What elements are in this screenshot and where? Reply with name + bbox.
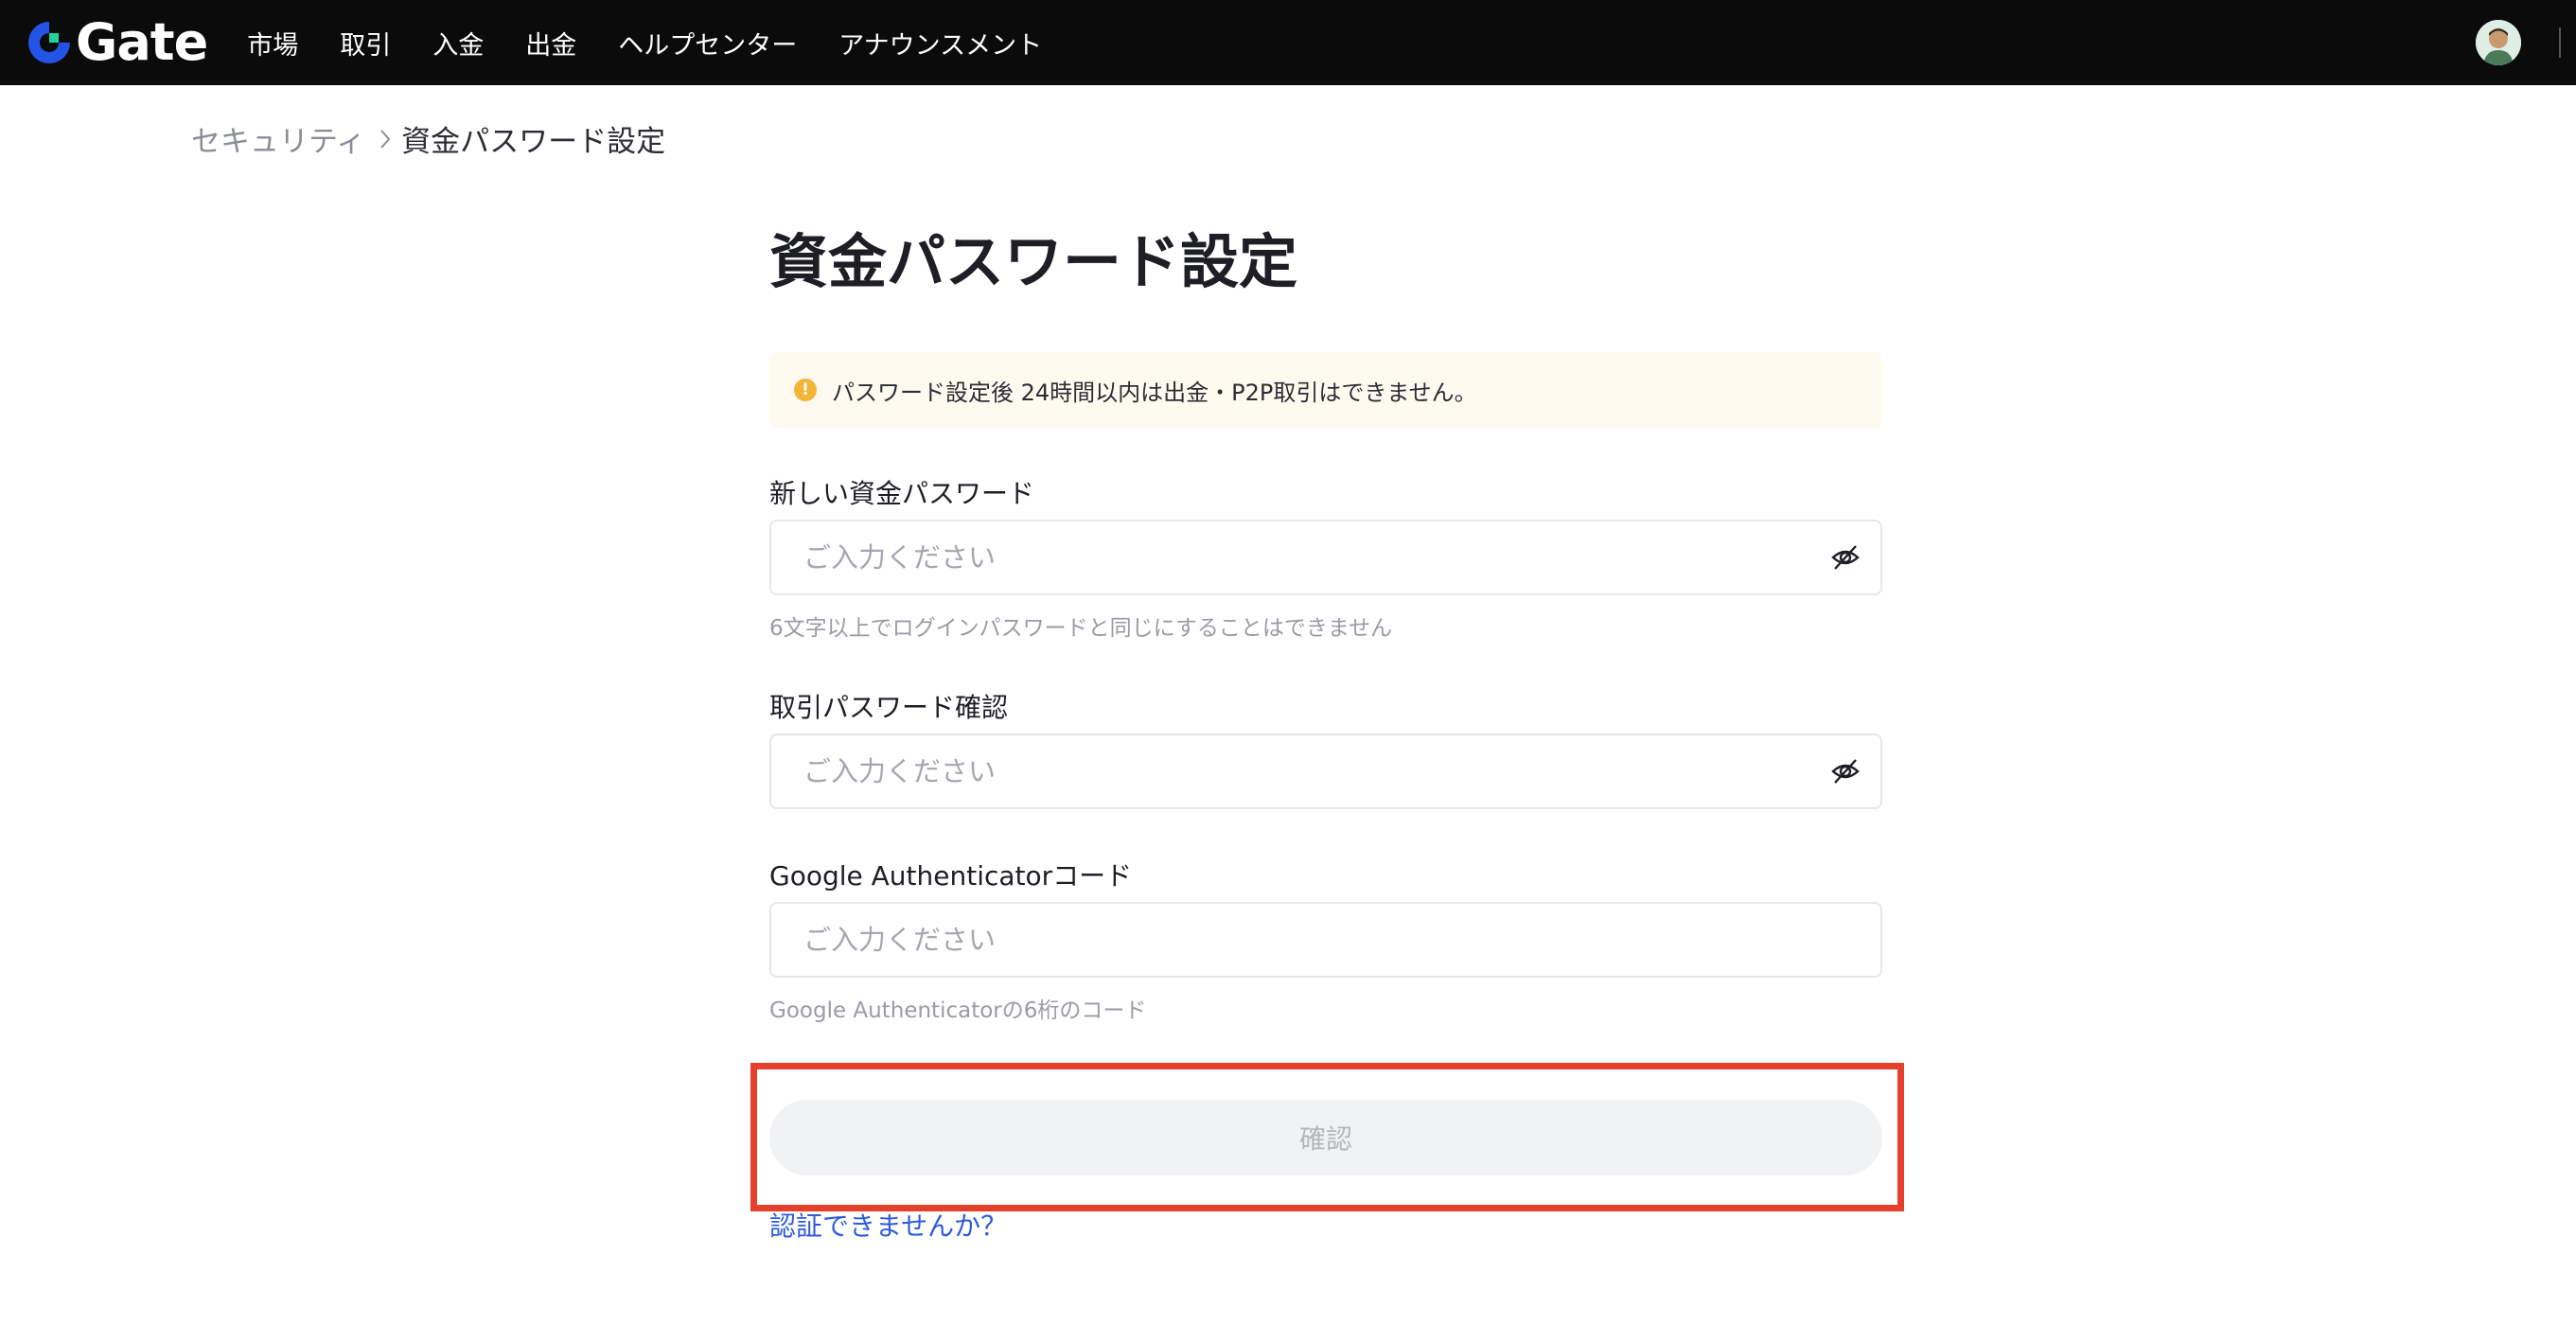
new-password-input[interactable] bbox=[803, 541, 1829, 574]
nav-item-deposit[interactable]: 入金 bbox=[432, 25, 484, 62]
new-password-label: 新しい資金パスワード bbox=[769, 478, 1035, 509]
confirm-password-field bbox=[769, 733, 1882, 809]
google-auth-hint: Google Authenticatorの6桁のコード bbox=[769, 998, 1147, 1023]
notice-text: パスワード設定後 24時間以内は出金・P2P取引はできません。 bbox=[832, 379, 1477, 406]
breadcrumb: セキュリティ 資金パスワード設定 bbox=[191, 117, 665, 160]
nav-divider bbox=[2559, 27, 2561, 58]
eye-off-icon[interactable] bbox=[1829, 755, 1861, 787]
nav-item-help-center[interactable]: ヘルプセンター bbox=[618, 25, 797, 62]
top-navbar: Gate 市場 取引 入金 出金 ヘルプセンター アナウンスメント bbox=[0, 0, 2576, 85]
nav-item-withdraw[interactable]: 出金 bbox=[525, 25, 576, 62]
main-content: 資金パスワード設定 ! パスワード設定後 24時間以内は出金・P2P取引はできま… bbox=[769, 220, 1882, 1023]
warning-icon: ! bbox=[794, 379, 817, 401]
avatar[interactable] bbox=[2476, 20, 2521, 65]
google-auth-field bbox=[769, 902, 1882, 978]
eye-off-icon[interactable] bbox=[1829, 541, 1861, 574]
google-auth-input[interactable] bbox=[803, 924, 1861, 956]
breadcrumb-security[interactable]: セキュリティ bbox=[191, 117, 365, 160]
gate-logo-icon bbox=[28, 22, 70, 63]
nav-right bbox=[2476, 0, 2576, 85]
breadcrumb-current: 資金パスワード設定 bbox=[401, 125, 666, 159]
brand-name: Gate bbox=[76, 12, 208, 72]
chevron-right-icon bbox=[379, 128, 392, 150]
confirm-button[interactable]: 確認 bbox=[769, 1100, 1882, 1175]
page-title: 資金パスワード設定 bbox=[769, 227, 1298, 296]
nav-item-trade[interactable]: 取引 bbox=[340, 25, 391, 62]
confirm-password-input[interactable] bbox=[803, 755, 1829, 787]
new-password-hint: 6文字以上でログインパスワードと同じにすることはできません bbox=[769, 616, 1393, 641]
main-nav: 市場 取引 入金 出金 ヘルプセンター アナウンスメント bbox=[247, 25, 1084, 62]
nav-item-market[interactable]: 市場 bbox=[247, 25, 298, 62]
new-password-field bbox=[769, 520, 1882, 595]
google-auth-label: Google Authenticatorコード bbox=[769, 860, 1133, 892]
confirm-password-label: 取引パスワード確認 bbox=[769, 692, 1009, 723]
user-avatar-icon bbox=[2476, 20, 2521, 65]
nav-item-announcements[interactable]: アナウンスメント bbox=[838, 25, 1042, 62]
cant-verify-link[interactable]: 認証できませんか？ bbox=[769, 1206, 1007, 1244]
notice-banner: ! パスワード設定後 24時間以内は出金・P2P取引はできません。 bbox=[769, 352, 1882, 428]
gate-logo[interactable]: Gate bbox=[25, 0, 208, 85]
